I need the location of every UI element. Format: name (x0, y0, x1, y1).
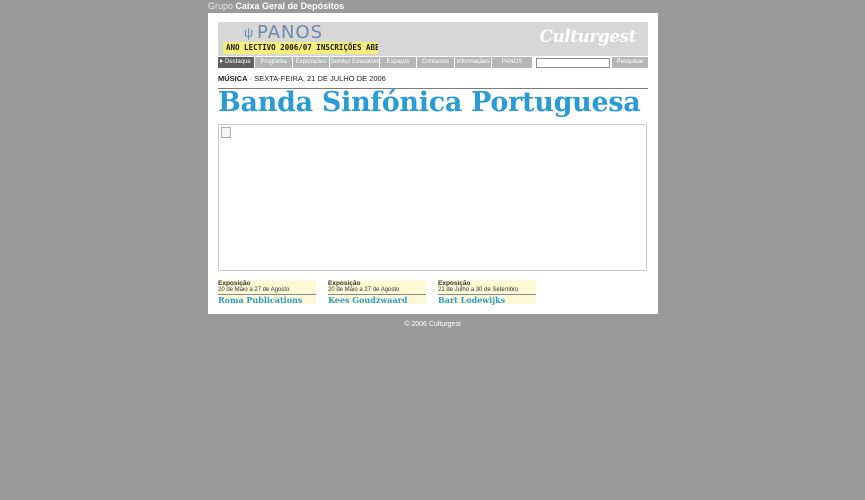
nav-item-exposicoes[interactable]: Exposições (293, 57, 329, 68)
panos-word: PANOS (257, 22, 324, 43)
panos-strip: ANO LECTIVO 2006/07 INSCRIÇÕES ABERTAS (223, 42, 378, 54)
nav-label: Contactos (421, 59, 449, 65)
nav-label: Programa (260, 59, 287, 65)
exhibition-card[interactable]: Exposição 20 de Maio a 27 de Agosto Roma… (218, 280, 316, 305)
nav-item-programa[interactable]: Programa (255, 57, 292, 68)
card-date: 20 de Maio a 27 de Agosto (328, 287, 400, 293)
nav-item-destaque[interactable]: Destaque (218, 57, 254, 68)
broken-image-icon (221, 127, 231, 138)
group-name[interactable]: Caixa Geral de Depósitos (236, 1, 345, 11)
group-caption: Grupo Caixa Geral de Depósitos (208, 1, 344, 11)
search-input[interactable] (536, 58, 610, 68)
nav-item-contactos[interactable]: Contactos (417, 57, 454, 68)
nav-item-espacos[interactable]: Espaços (380, 57, 416, 68)
header-banner: ψ PANOS ANO LECTIVO 2006/07 INSCRIÇÕES A… (218, 22, 648, 56)
content-panel: ψ PANOS ANO LECTIVO 2006/07 INSCRIÇÕES A… (208, 13, 658, 314)
panos-promo[interactable]: ψ PANOS ANO LECTIVO 2006/07 INSCRIÇÕES A… (222, 22, 378, 55)
exhibition-card[interactable]: Exposição 21 de Julho a 30 de Setembro B… (438, 280, 536, 305)
search-button[interactable]: Pesquisar (612, 57, 648, 68)
nav-label: Informações (456, 59, 490, 65)
nav-label: PANOS (501, 59, 523, 65)
footer-copyright: © 2006 Culturgest (404, 321, 461, 328)
card-date: 21 de Julho a 30 de Setembro (438, 287, 519, 293)
nav-label: Destaque (225, 59, 251, 65)
breadcrumb: MÚSICA · SEXTA-FEIRA, 21 DE JULHO DE 200… (218, 74, 386, 83)
nav-item-panos[interactable]: PANOS (492, 57, 532, 68)
card-title-link[interactable]: Kees Goudzwaard (328, 295, 426, 305)
page-title: Banda Sinfónica Portuguesa (218, 87, 641, 118)
arrow-right-icon (220, 59, 223, 64)
card-date: 20 de Maio a 27 de Agosto (218, 287, 290, 293)
card-title-link[interactable]: Roma Publications (218, 295, 316, 305)
card-type: Exposição (438, 280, 471, 287)
card-type: Exposição (328, 280, 361, 287)
panos-mark-icon: ψ (244, 25, 254, 40)
nav-label: Exposições (295, 59, 327, 65)
main-nav: Destaque Programa Exposições Serviço Edu… (218, 57, 648, 68)
card-type: Exposição (218, 280, 251, 287)
culturgest-logo[interactable]: Culturgest (539, 27, 636, 47)
nav-label: Espaços (386, 59, 410, 65)
group-prefix: Grupo (208, 1, 234, 11)
section-label[interactable]: MÚSICA (218, 74, 248, 83)
event-image (218, 124, 647, 271)
nav-item-servico-educativo[interactable]: Serviço Educativo (330, 57, 379, 68)
event-date: · SEXTA-FEIRA, 21 DE JULHO DE 2006 (247, 74, 386, 83)
nav-item-informacoes[interactable]: Informações (455, 57, 491, 68)
card-title-link[interactable]: Bart Lodewijks (438, 295, 536, 305)
nav-label: Serviço Educativo (330, 59, 379, 65)
exhibition-card[interactable]: Exposição 20 de Maio a 27 de Agosto Kees… (328, 280, 426, 305)
